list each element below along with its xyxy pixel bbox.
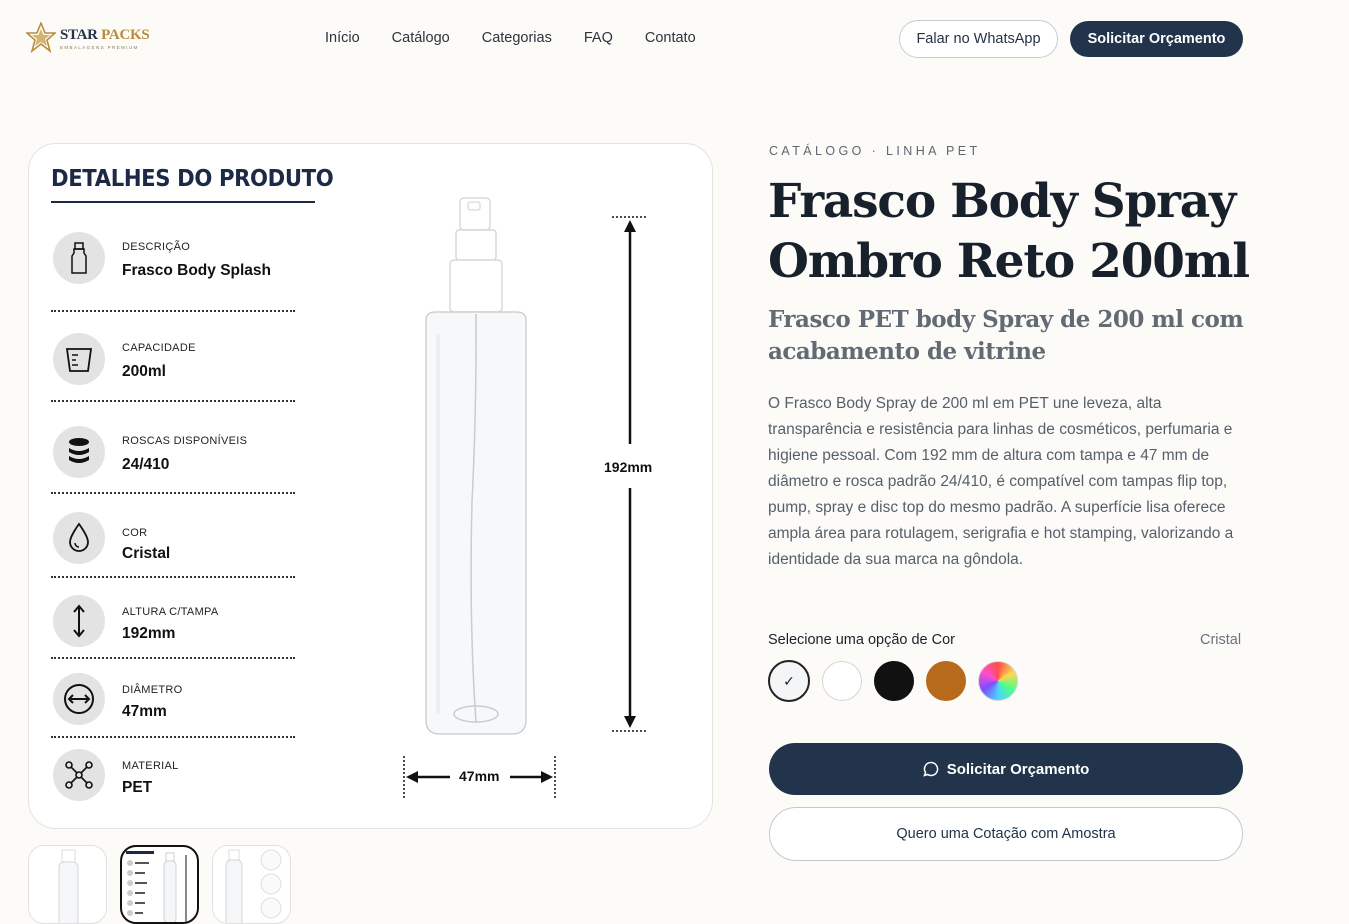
drop-icon xyxy=(53,512,105,564)
height-dimension-label: 192mm xyxy=(604,457,653,477)
spec-value: Frasco Body Splash xyxy=(122,262,272,279)
spec-label: DIÂMETRO xyxy=(122,684,183,696)
spec-value: Cristal xyxy=(122,545,171,562)
header-quote-button[interactable]: Solicitar Orçamento xyxy=(1070,21,1243,57)
product-title: Frasco Body Spray Ombro Reto 200ml xyxy=(768,174,1250,289)
site-header: STAR PACKS EMBALAGENS PREMIUM Início Cat… xyxy=(0,0,1349,78)
nav-categorias[interactable]: Categorias xyxy=(482,30,552,46)
nav-faq[interactable]: FAQ xyxy=(584,30,613,46)
spec-divider xyxy=(51,310,295,312)
spec-value: 24/410 xyxy=(122,456,170,473)
nav-inicio[interactable]: Início xyxy=(325,30,360,46)
spec-value: 47mm xyxy=(122,703,167,720)
spec-descricao: DESCRIÇÃO Frasco Body Splash xyxy=(51,232,295,292)
spec-label: COR xyxy=(122,527,148,539)
bottle-icon xyxy=(53,232,105,284)
spec-label: DESCRIÇÃO xyxy=(122,241,191,253)
spec-roscas: ROSCAS DISPONÍVEIS 24/410 xyxy=(51,426,295,486)
sample-quote-button[interactable]: Quero uma Cotação com Amostra xyxy=(769,807,1243,861)
product-main-image[interactable]: DETALHES DO PRODUTO DESCRIÇÃO Frasco Bod… xyxy=(28,143,713,829)
product-description: O Frasco Body Spray de 200 ml em PET une… xyxy=(768,395,1234,568)
spec-value: 200ml xyxy=(122,363,166,380)
color-option-selected-value: Cristal xyxy=(1200,632,1242,648)
spec-value: 192mm xyxy=(122,625,176,642)
breadcrumb: CATÁLOGO · LINHA PET xyxy=(769,144,981,158)
thumbnail-bottle-photo[interactable] xyxy=(28,845,107,924)
main-nav: Início Catálogo Categorias FAQ Contato xyxy=(325,30,696,46)
swatch-branco[interactable] xyxy=(822,661,862,701)
logo-tagline: EMBALAGENS PREMIUM xyxy=(60,44,139,50)
swatch-ambar[interactable] xyxy=(926,661,966,701)
logo-wordmark: STAR xyxy=(60,26,98,43)
color-option-label: Selecione uma opção de Cor xyxy=(768,632,956,648)
width-dimension-label: 47mm xyxy=(457,768,502,784)
request-quote-button[interactable]: Solicitar Orçamento xyxy=(769,743,1243,795)
check-icon: ✓ xyxy=(783,672,795,689)
logo[interactable]: STAR PACKS EMBALAGENS PREMIUM xyxy=(26,22,150,54)
diameter-arrow-icon xyxy=(53,673,105,725)
spec-divider xyxy=(51,400,295,402)
swatch-colorido[interactable] xyxy=(978,661,1018,701)
thumbnail-caps-variants[interactable] xyxy=(212,845,291,924)
spec-value: PET xyxy=(122,779,153,796)
spec-diametro: DIÂMETRO 47mm xyxy=(51,673,295,733)
details-title-underline xyxy=(51,201,315,203)
request-quote-label: Solicitar Orçamento xyxy=(946,760,1090,778)
spec-label: ROSCAS DISPONÍVEIS xyxy=(122,435,248,447)
spec-label: MATERIAL xyxy=(122,760,179,772)
thumbnail-product-details[interactable] xyxy=(120,845,199,924)
spec-divider xyxy=(51,657,295,659)
nav-contato[interactable]: Contato xyxy=(645,30,696,46)
spec-material: MATERIAL PET xyxy=(51,749,295,809)
measuring-cup-icon xyxy=(53,333,105,385)
details-title: DETALHES DO PRODUTO xyxy=(51,166,334,192)
nav-catalogo[interactable]: Catálogo xyxy=(392,30,450,46)
spec-altura: ALTURA C/TAMPA 192mm xyxy=(51,595,295,655)
spec-label: ALTURA C/TAMPA xyxy=(122,606,219,618)
swatch-cristal[interactable]: ✓ xyxy=(768,660,810,702)
thumbnail-strip xyxy=(28,845,291,924)
whatsapp-button[interactable]: Falar no WhatsApp xyxy=(899,20,1058,58)
spec-divider xyxy=(51,492,295,494)
star-logo-icon xyxy=(26,22,56,54)
swatch-preto[interactable] xyxy=(874,661,914,701)
spec-divider xyxy=(51,736,295,738)
thread-coins-icon xyxy=(53,426,105,478)
product-subtitle: Frasco PET body Spray de 200 ml com acab… xyxy=(768,306,1244,365)
color-swatches: ✓ xyxy=(768,660,1018,702)
spec-cor: COR Cristal xyxy=(51,512,295,572)
spec-label: CAPACIDADE xyxy=(122,342,196,354)
height-arrow-icon xyxy=(53,595,105,647)
molecule-icon xyxy=(53,749,105,801)
chat-bubble-icon xyxy=(923,761,939,777)
spec-divider xyxy=(51,576,295,578)
bottle-illustration xyxy=(425,197,527,735)
logo-wordmark-accent: PACKS xyxy=(101,26,150,43)
spec-capacidade: CAPACIDADE 200ml xyxy=(51,333,295,393)
